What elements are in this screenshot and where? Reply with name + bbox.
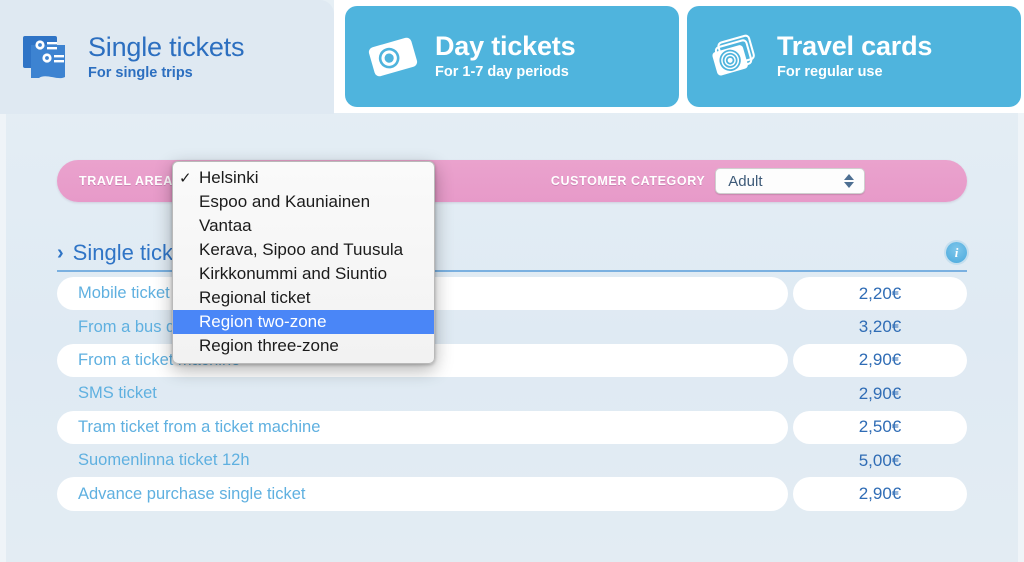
- tab-single-tickets-subtitle: For single trips: [88, 64, 193, 81]
- ticket-price: 2,90€: [793, 477, 967, 511]
- tab-day-tickets[interactable]: Day tickets For 1-7 day periods: [345, 6, 679, 107]
- dropdown-option-label: Regional ticket: [199, 288, 311, 307]
- ticket-name[interactable]: SMS ticket: [57, 377, 788, 410]
- dropdown-option[interactable]: ✓ Helsinki: [173, 166, 434, 190]
- dropdown-option-label: Kerava, Sipoo and Tuusula: [199, 240, 404, 259]
- tab-travel-cards-title: Travel cards: [777, 31, 933, 62]
- single-card-icon: [365, 29, 421, 85]
- tab-single-tickets-title: Single tickets: [88, 31, 245, 62]
- ticket-name[interactable]: Advance purchase single ticket: [57, 477, 788, 511]
- chevron-right-icon: ›: [57, 242, 64, 264]
- two-tickets-icon: [18, 29, 74, 85]
- tab-single-tickets[interactable]: Single tickets For single trips: [0, 0, 334, 114]
- dropdown-option[interactable]: Region two-zone: [173, 310, 434, 334]
- customer-category-select[interactable]: Adult: [715, 168, 866, 194]
- travel-area-label: TRAVEL AREA: [79, 174, 173, 188]
- table-row[interactable]: Advance purchase single ticket 2,90€: [57, 477, 967, 511]
- dropdown-option[interactable]: Vantaa: [173, 214, 434, 238]
- travel-area-dropdown-menu[interactable]: ✓ Helsinki Espoo and Kauniainen Vantaa Kerav…: [172, 161, 435, 364]
- chevron-updown-icon: [844, 174, 855, 188]
- check-icon: ✓: [179, 170, 192, 187]
- tab-travel-cards-subtitle: For regular use: [777, 64, 883, 81]
- info-icon-glyph: i: [954, 245, 959, 260]
- info-icon[interactable]: i: [946, 242, 967, 263]
- stacked-cards-icon: [707, 29, 763, 85]
- dropdown-option[interactable]: Kerava, Sipoo and Tuusula: [173, 238, 434, 262]
- tab-day-tickets-title: Day tickets: [435, 31, 576, 62]
- ticket-price: 3,20€: [858, 317, 902, 337]
- dropdown-option-label: Region two-zone: [199, 312, 327, 331]
- tab-strip: Single tickets For single trips Day tick…: [0, 0, 1024, 114]
- tab-travel-cards-text: Travel cards For regular use: [777, 33, 932, 80]
- ticket-price: 2,50€: [793, 410, 967, 444]
- dropdown-option-label: Vantaa: [199, 216, 252, 235]
- dropdown-option-label: Kirkkonummi and Siuntio: [199, 264, 388, 283]
- customer-category-value: Adult: [728, 172, 763, 190]
- ticket-name[interactable]: Tram ticket from a ticket machine: [57, 410, 788, 444]
- ticket-price: 2,90€: [858, 383, 902, 403]
- ticket-price: 2,20€: [793, 277, 967, 311]
- dropdown-option[interactable]: Region three-zone: [173, 334, 434, 358]
- tab-single-tickets-text: Single tickets For single trips: [88, 31, 245, 81]
- customer-category-label: CUSTOMER CATEGORY: [550, 174, 706, 188]
- table-row[interactable]: SMS ticket 2,90€: [57, 377, 967, 410]
- dropdown-option[interactable]: Espoo and Kauniainen: [173, 190, 434, 214]
- ticket-price: 5,00€: [858, 450, 902, 470]
- dropdown-option-label: Helsinki: [199, 168, 259, 187]
- dropdown-option-label: Region three-zone: [199, 336, 339, 355]
- page-root: Single tickets For single trips Day tick…: [0, 0, 1024, 562]
- ticket-name[interactable]: Suomenlinna ticket 12h: [57, 444, 788, 477]
- dropdown-option[interactable]: Regional ticket: [173, 286, 434, 310]
- ticket-price: 2,90€: [793, 343, 967, 378]
- tab-travel-cards[interactable]: Travel cards For regular use: [687, 6, 1021, 107]
- dropdown-option-label: Espoo and Kauniainen: [199, 192, 371, 211]
- tab-day-tickets-subtitle: For 1-7 day periods: [435, 64, 569, 81]
- dropdown-option[interactable]: Kirkkonummi and Siuntio: [173, 262, 434, 286]
- table-row[interactable]: Suomenlinna ticket 12h 5,00€: [57, 444, 967, 477]
- tab-day-tickets-text: Day tickets For 1-7 day periods: [435, 31, 576, 81]
- table-row[interactable]: Tram ticket from a ticket machine 2,50€: [57, 410, 967, 444]
